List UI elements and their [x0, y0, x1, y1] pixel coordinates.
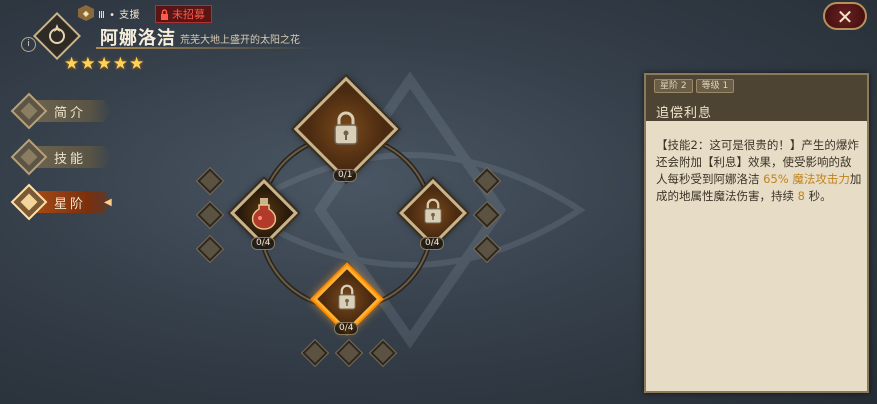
panel-description: 【技能2：这可是很贵的！】产生的爆炸还会附加【利息】效果，使受影响的敌人每秒受到…: [656, 137, 862, 205]
star-node-left[interactable]: 0/4: [230, 179, 298, 250]
node-progress: 0/4: [334, 322, 359, 335]
panel-header: 星阶 2 等级 1 追偿利息: [646, 75, 867, 121]
potion-icon: [251, 198, 277, 230]
node-progress: 0/4: [251, 237, 276, 250]
star-node-bottom[interactable]: 0/4: [313, 265, 381, 336]
desc-text: 秒。: [804, 189, 832, 203]
panel-title: 追偿利息: [656, 106, 713, 121]
star-rank-tag: 星阶 2: [654, 79, 693, 93]
lock-icon: [338, 284, 356, 310]
star-node-right[interactable]: 0/4: [399, 179, 467, 250]
lock-icon: [334, 111, 358, 145]
star-detail-panel: 星阶 2 等级 1 追偿利息 【技能2：这可是很贵的！】产生的爆炸还会附加【利息…: [644, 73, 869, 393]
desc-highlight: 8: [797, 189, 805, 203]
lock-icon: [424, 198, 442, 224]
level-tag: 等级 1: [695, 79, 735, 93]
node-progress: 0/1: [333, 169, 358, 182]
node-progress: 0/4: [420, 237, 445, 250]
desc-highlight: 65% 魔法攻击力: [763, 172, 850, 186]
star-node-top[interactable]: 0/1: [293, 76, 399, 182]
